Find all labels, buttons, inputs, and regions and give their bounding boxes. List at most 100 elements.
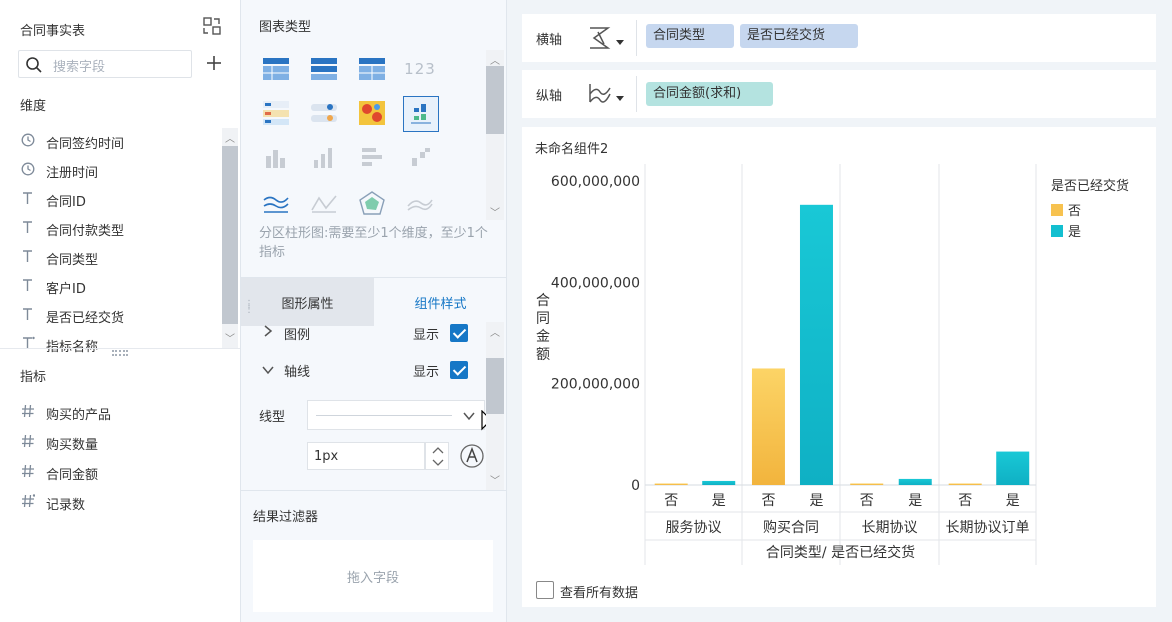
- hash-icon: [20, 434, 36, 452]
- y-tick-label: 200,000,000: [551, 377, 640, 393]
- scroll-down-icon[interactable]: ﹀: [225, 330, 235, 345]
- clock-icon: [20, 162, 36, 180]
- x-axis-label: 横轴: [536, 33, 563, 48]
- bar-yes-3: [996, 451, 1030, 485]
- chevron-right-icon[interactable]: [263, 324, 273, 341]
- filter-drop-zone[interactable]: 拖入字段: [253, 540, 493, 612]
- metric-item[interactable]: 记录数: [20, 493, 85, 513]
- scroll-up-icon[interactable]: ︿: [225, 130, 235, 145]
- chart-type-heatmap-icon[interactable]: [355, 96, 389, 130]
- dimension-item[interactable]: 注册时间: [20, 161, 98, 181]
- y-pill-amount-sum[interactable]: 合同金额(求和): [646, 82, 773, 106]
- scroll-up-icon[interactable]: ︿: [490, 324, 500, 339]
- metric-item[interactable]: 购买的产品: [20, 403, 111, 423]
- dimension-item[interactable]: 合同ID: [20, 190, 86, 210]
- config-panel: 图表类型 123 ︿ ﹀ 分区柱形图:需要至少1个维度，至少1个指标 图形属性 …: [241, 0, 507, 622]
- dimension-item[interactable]: 合同签约时间: [20, 132, 124, 152]
- chart-type-range-area-icon[interactable]: [403, 186, 437, 220]
- chart-editor: 横轴 合同类型 是否已经交货 纵轴 合同金额(求和) 未命名组件2 600,00…: [507, 0, 1172, 622]
- field-label: 合同类型: [46, 252, 99, 268]
- x-pill-delivered[interactable]: 是否已经交货: [740, 24, 858, 48]
- chart-type-cross-table-icon[interactable]: [355, 52, 389, 86]
- legend-label-1: 是: [1068, 225, 1081, 240]
- search-input[interactable]: 搜索字段: [18, 50, 192, 78]
- line-width-stepper[interactable]: [425, 442, 449, 470]
- tab-component-style[interactable]: 组件样式: [374, 278, 507, 326]
- x-subcategory-label: 是: [809, 493, 823, 509]
- resize-handle[interactable]: [112, 350, 128, 356]
- axis-show-checkbox[interactable]: [450, 361, 468, 383]
- style-scroll-thumb[interactable]: [486, 358, 504, 414]
- hash-calc-icon: [20, 494, 36, 512]
- chevron-down-icon[interactable]: [261, 364, 275, 379]
- x-pill-contract-type[interactable]: 合同类型: [646, 24, 734, 48]
- legend-row-label: 图例: [284, 328, 311, 343]
- search-icon: [26, 57, 42, 73]
- chart-type-stacked-bar-icon[interactable]: [259, 140, 293, 174]
- x-axis-sort-icon[interactable]: [588, 26, 626, 50]
- chart-type-partition-bar-icon[interactable]: [403, 96, 439, 132]
- drag-handle-icon[interactable]: ⋮ ⋮: [244, 300, 254, 315]
- x-axis-title: 合同类型/ 是否已经交货: [766, 544, 915, 561]
- dimension-item[interactable]: 合同类型: [20, 248, 98, 268]
- chart-type-scroll-thumb[interactable]: [486, 66, 504, 134]
- tab-label: 图形属性: [281, 296, 334, 312]
- text-type-icon: [20, 191, 36, 209]
- add-field-icon[interactable]: [204, 53, 224, 73]
- dimension-item[interactable]: 客户ID: [20, 277, 86, 297]
- chart-type-line-icon[interactable]: [259, 186, 293, 220]
- dimension-scroll-thumb[interactable]: [222, 146, 238, 324]
- view-all-checkbox[interactable]: [536, 581, 554, 599]
- field-label: 合同付款类型: [46, 223, 125, 239]
- hash-icon: [20, 404, 36, 422]
- x-axis-shelf[interactable]: 横轴 合同类型 是否已经交货: [522, 14, 1156, 62]
- scroll-up-icon[interactable]: ︿: [490, 52, 500, 67]
- chevron-down-icon[interactable]: [432, 459, 444, 467]
- chart-type-number-icon[interactable]: 123: [403, 52, 437, 86]
- x-subcategory-label: 是: [908, 493, 922, 509]
- field-label: 注册时间: [46, 165, 99, 181]
- metric-item[interactable]: 购买数量: [20, 433, 98, 453]
- chevron-down-icon: [463, 412, 475, 421]
- field-label: 合同签约时间: [46, 136, 125, 152]
- chart-type-radar-icon[interactable]: [355, 186, 389, 220]
- legend-swatch-1: [1051, 225, 1063, 237]
- switch-table-icon[interactable]: [202, 16, 222, 36]
- font-color-icon[interactable]: [459, 443, 485, 469]
- chart-type-table-icon[interactable]: [259, 52, 293, 86]
- chart-type-area-icon[interactable]: [307, 186, 341, 220]
- text-type-icon: [20, 220, 36, 238]
- metric-title: 指标: [20, 370, 47, 385]
- chart-type-group-table-icon[interactable]: [307, 52, 341, 86]
- clock-icon: [20, 133, 36, 151]
- y-tick-label: 600,000,000: [551, 174, 640, 190]
- search-placeholder: 搜索字段: [53, 60, 106, 75]
- dimension-item[interactable]: 合同付款类型: [20, 219, 124, 239]
- metric-item[interactable]: 合同金额: [20, 463, 98, 483]
- chart-type-gauge-icon[interactable]: [307, 96, 341, 130]
- scroll-down-icon[interactable]: ﹀: [490, 472, 500, 487]
- dimension-item[interactable]: 是否已经交货: [20, 306, 124, 326]
- chart-type-bar-icon[interactable]: [307, 140, 341, 174]
- divider: [636, 76, 637, 112]
- legend-show-checkbox[interactable]: [450, 324, 468, 346]
- filter-drop-text: 拖入字段: [346, 570, 399, 586]
- chevron-up-icon[interactable]: [432, 446, 444, 454]
- chart-type-waterfall-icon[interactable]: [403, 140, 437, 174]
- field-label: 购买数量: [46, 437, 99, 453]
- line-width-input[interactable]: 1px: [307, 442, 425, 470]
- chart-type-kpi-icon[interactable]: [259, 96, 293, 130]
- y-axis-shelf[interactable]: 纵轴 合同金额(求和): [522, 70, 1156, 118]
- bar-yes-0: [702, 480, 736, 485]
- chart-type-hbar-icon[interactable]: [355, 140, 389, 174]
- bar-yes-1: [799, 204, 833, 485]
- x-subcategory-label: 是: [1006, 493, 1020, 509]
- tab-graph-properties[interactable]: 图形属性: [241, 278, 374, 326]
- y-tick-label: 400,000,000: [551, 275, 640, 291]
- legend-toggle-label: 显示: [413, 328, 440, 343]
- y-axis-sort-icon[interactable]: [588, 82, 626, 106]
- pill-label: 合同类型: [653, 28, 706, 43]
- dimension-item[interactable]: 指标名称: [20, 335, 98, 355]
- scroll-down-icon[interactable]: ﹀: [490, 204, 500, 219]
- line-type-select[interactable]: [307, 400, 485, 430]
